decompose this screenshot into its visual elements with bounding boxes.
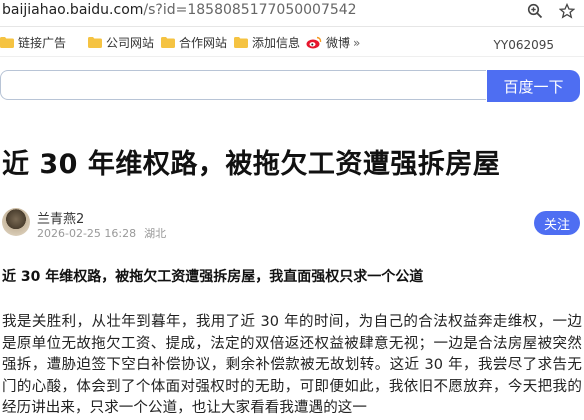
publish-location: 湖北 [144, 227, 167, 240]
search-button[interactable]: 百度一下 [487, 70, 580, 102]
url-text[interactable]: baijiahao.baidu.com/s?id=185808517705000… [2, 2, 357, 18]
url-path: /s?id=1858085177050007542 [143, 2, 357, 18]
publish-date: 2026-02-25 16:28 [37, 227, 137, 240]
bookmark-item[interactable]: 链接广告 [0, 34, 66, 51]
bookmark-label: 链接广告 [18, 36, 67, 50]
star-icon[interactable] [558, 2, 576, 20]
article-title: 近 30 年维权路，被拖欠工资遭强拆房屋 [2, 149, 501, 180]
article-meta: 2026-02-25 16:28 湖北 [37, 225, 166, 241]
zoom-icon[interactable] [526, 2, 544, 20]
more-icon[interactable]: » [353, 36, 360, 50]
avatar[interactable] [2, 208, 30, 236]
bookmarks-bar: 链接广告 公司网站 合作网站 添加信息 微博 » YY062095 [0, 30, 584, 57]
bookmark-item[interactable]: 合作网站 [161, 34, 227, 51]
bookmark-item[interactable]: 公司网站 [88, 34, 154, 51]
search-input[interactable] [0, 70, 486, 100]
search-bar: 百度一下 [0, 70, 584, 104]
author-row: 兰青燕2 2026-02-25 16:28 湖北 关注 [0, 205, 584, 245]
folder-icon [88, 37, 102, 48]
folder-icon [234, 37, 248, 48]
bookmark-label: 微博 [326, 36, 351, 50]
bookmark-label: 合作网站 [179, 36, 228, 50]
bookmark-label: 添加信息 [252, 36, 301, 50]
follow-button[interactable]: 关注 [534, 211, 580, 235]
folder-icon [161, 37, 175, 48]
bookmark-item[interactable]: 添加信息 [234, 34, 300, 51]
bookmark-item[interactable]: 微博 » [306, 34, 360, 51]
bookmark-label: 公司网站 [106, 36, 155, 50]
article-subheading: 近 30 年维权路，被拖欠工资遭强拆房屋，我直面强权只求一个公道 [2, 269, 424, 285]
bookmark-right-label: YY062095 [493, 38, 554, 52]
url-host: baijiahao.baidu.com [2, 2, 144, 18]
article-body: 我是关胜利，从壮年到暮年，我用了近 30 年的时间，为自己的合法权益奔走维权，一… [2, 314, 582, 416]
weibo-icon [306, 36, 322, 49]
address-bar-actions [526, 2, 576, 20]
folder-icon [0, 37, 14, 48]
address-bar[interactable]: baijiahao.baidu.com/s?id=185808517705000… [0, 0, 584, 27]
